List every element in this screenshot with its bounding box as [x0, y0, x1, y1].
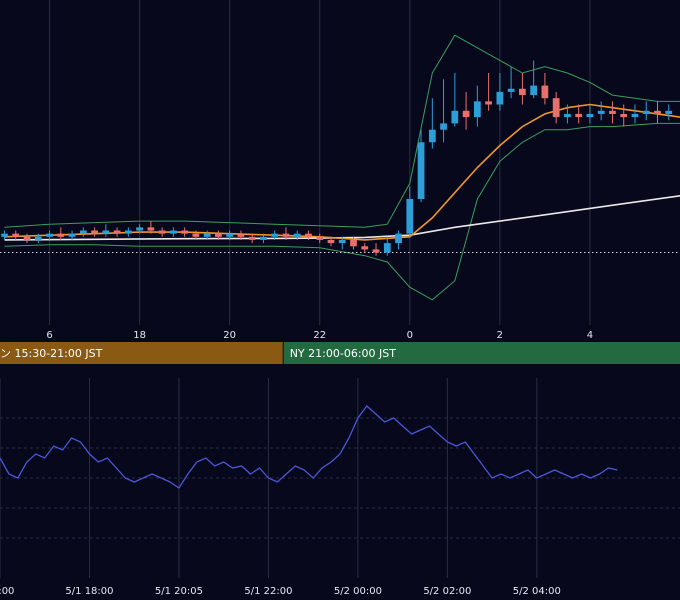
candle-body — [575, 113, 583, 118]
candle-body — [46, 233, 53, 237]
price-x-tick-label: 2 — [497, 330, 503, 341]
oscillator-x-tick-label: 5/2 02:00 — [423, 586, 471, 597]
candle-body — [327, 239, 335, 244]
oscillator-x-tick-label: 5/1 22:00 — [244, 586, 292, 597]
candle-body — [23, 236, 31, 240]
oscillator-x-tick-label: 5/2 04:00 — [513, 586, 561, 597]
candle-body — [1, 233, 8, 237]
candle-body — [203, 233, 211, 237]
candle-body — [451, 110, 459, 124]
candle-body — [271, 233, 279, 237]
candle-body — [350, 239, 357, 247]
candle-body — [260, 236, 267, 240]
candle-body — [519, 88, 526, 96]
candle-body — [305, 233, 312, 237]
price-x-tick-label: 18 — [133, 330, 146, 341]
candle-body — [170, 230, 177, 234]
candle-body — [192, 233, 200, 237]
candle-body — [552, 98, 560, 118]
price-x-tick-label: 4 — [587, 330, 593, 341]
candle-body — [248, 236, 256, 240]
candle-body — [609, 110, 616, 114]
candle-body — [586, 113, 594, 118]
oscillator-x-tick-label: 5/1 20:05 — [155, 586, 203, 597]
chart-canvas: 6 18 20 22 0 2 4 ン 15:30-21:00 JST NY 21:00-06:… — [0, 0, 680, 600]
candle-body — [372, 249, 380, 253]
oscillator-x-tick-label: 16:00 — [0, 586, 14, 597]
session-bar: ン 15:30-21:00 JST NY 21:00-06:00 JST — [0, 342, 680, 364]
candle-body — [361, 246, 369, 250]
oscillator-x-tick-label: 5/2 00:00 — [334, 586, 382, 597]
candle-body — [181, 230, 189, 234]
candle-body — [440, 123, 447, 130]
price-x-tick-label: 22 — [313, 330, 326, 341]
candle-body — [507, 88, 515, 92]
candle-body — [34, 236, 42, 240]
candle-body — [102, 230, 110, 234]
candle-body — [417, 142, 425, 199]
candle-body — [316, 236, 324, 240]
candle-body — [485, 101, 492, 105]
candle-body — [282, 233, 290, 237]
candle-body — [68, 233, 76, 237]
candle-body — [564, 113, 571, 118]
candle-body — [12, 233, 20, 237]
candle-body — [406, 199, 414, 234]
candle-body — [642, 110, 650, 114]
candle-body — [158, 230, 166, 234]
candle-body — [631, 113, 639, 118]
oscillator-x-tick-label: 5/1 18:00 — [65, 586, 113, 597]
price-x-tick-label: 0 — [407, 330, 413, 341]
candle-body — [383, 243, 391, 253]
candle-body — [473, 101, 481, 118]
candle-body — [462, 110, 470, 118]
candle-body — [338, 239, 346, 244]
candle-body — [293, 233, 301, 237]
candle-body — [654, 110, 661, 114]
candle-body — [530, 85, 538, 96]
candle-body — [147, 227, 155, 231]
candle-body — [665, 110, 673, 114]
price-x-tick-label: 6 — [46, 330, 52, 341]
session-label: ン 15:30-21:00 JST — [0, 347, 103, 360]
candle-body — [136, 227, 143, 231]
candle-body — [226, 233, 234, 237]
candle-body — [113, 230, 121, 234]
candle-body — [496, 91, 504, 105]
candle-body — [124, 230, 132, 234]
price-x-tick-label: 20 — [223, 330, 236, 341]
candle-body — [620, 113, 628, 118]
candle-body — [79, 230, 87, 234]
chart-background — [0, 0, 680, 600]
candle-body — [428, 129, 436, 143]
session-label: NY 21:00-06:00 JST — [290, 347, 397, 360]
candle-body — [91, 230, 98, 234]
candle-body — [395, 233, 402, 244]
candle-body — [237, 233, 245, 237]
candle-body — [541, 85, 549, 99]
candle-body — [597, 110, 605, 114]
candle-body — [57, 233, 65, 237]
candle-body — [215, 233, 222, 237]
